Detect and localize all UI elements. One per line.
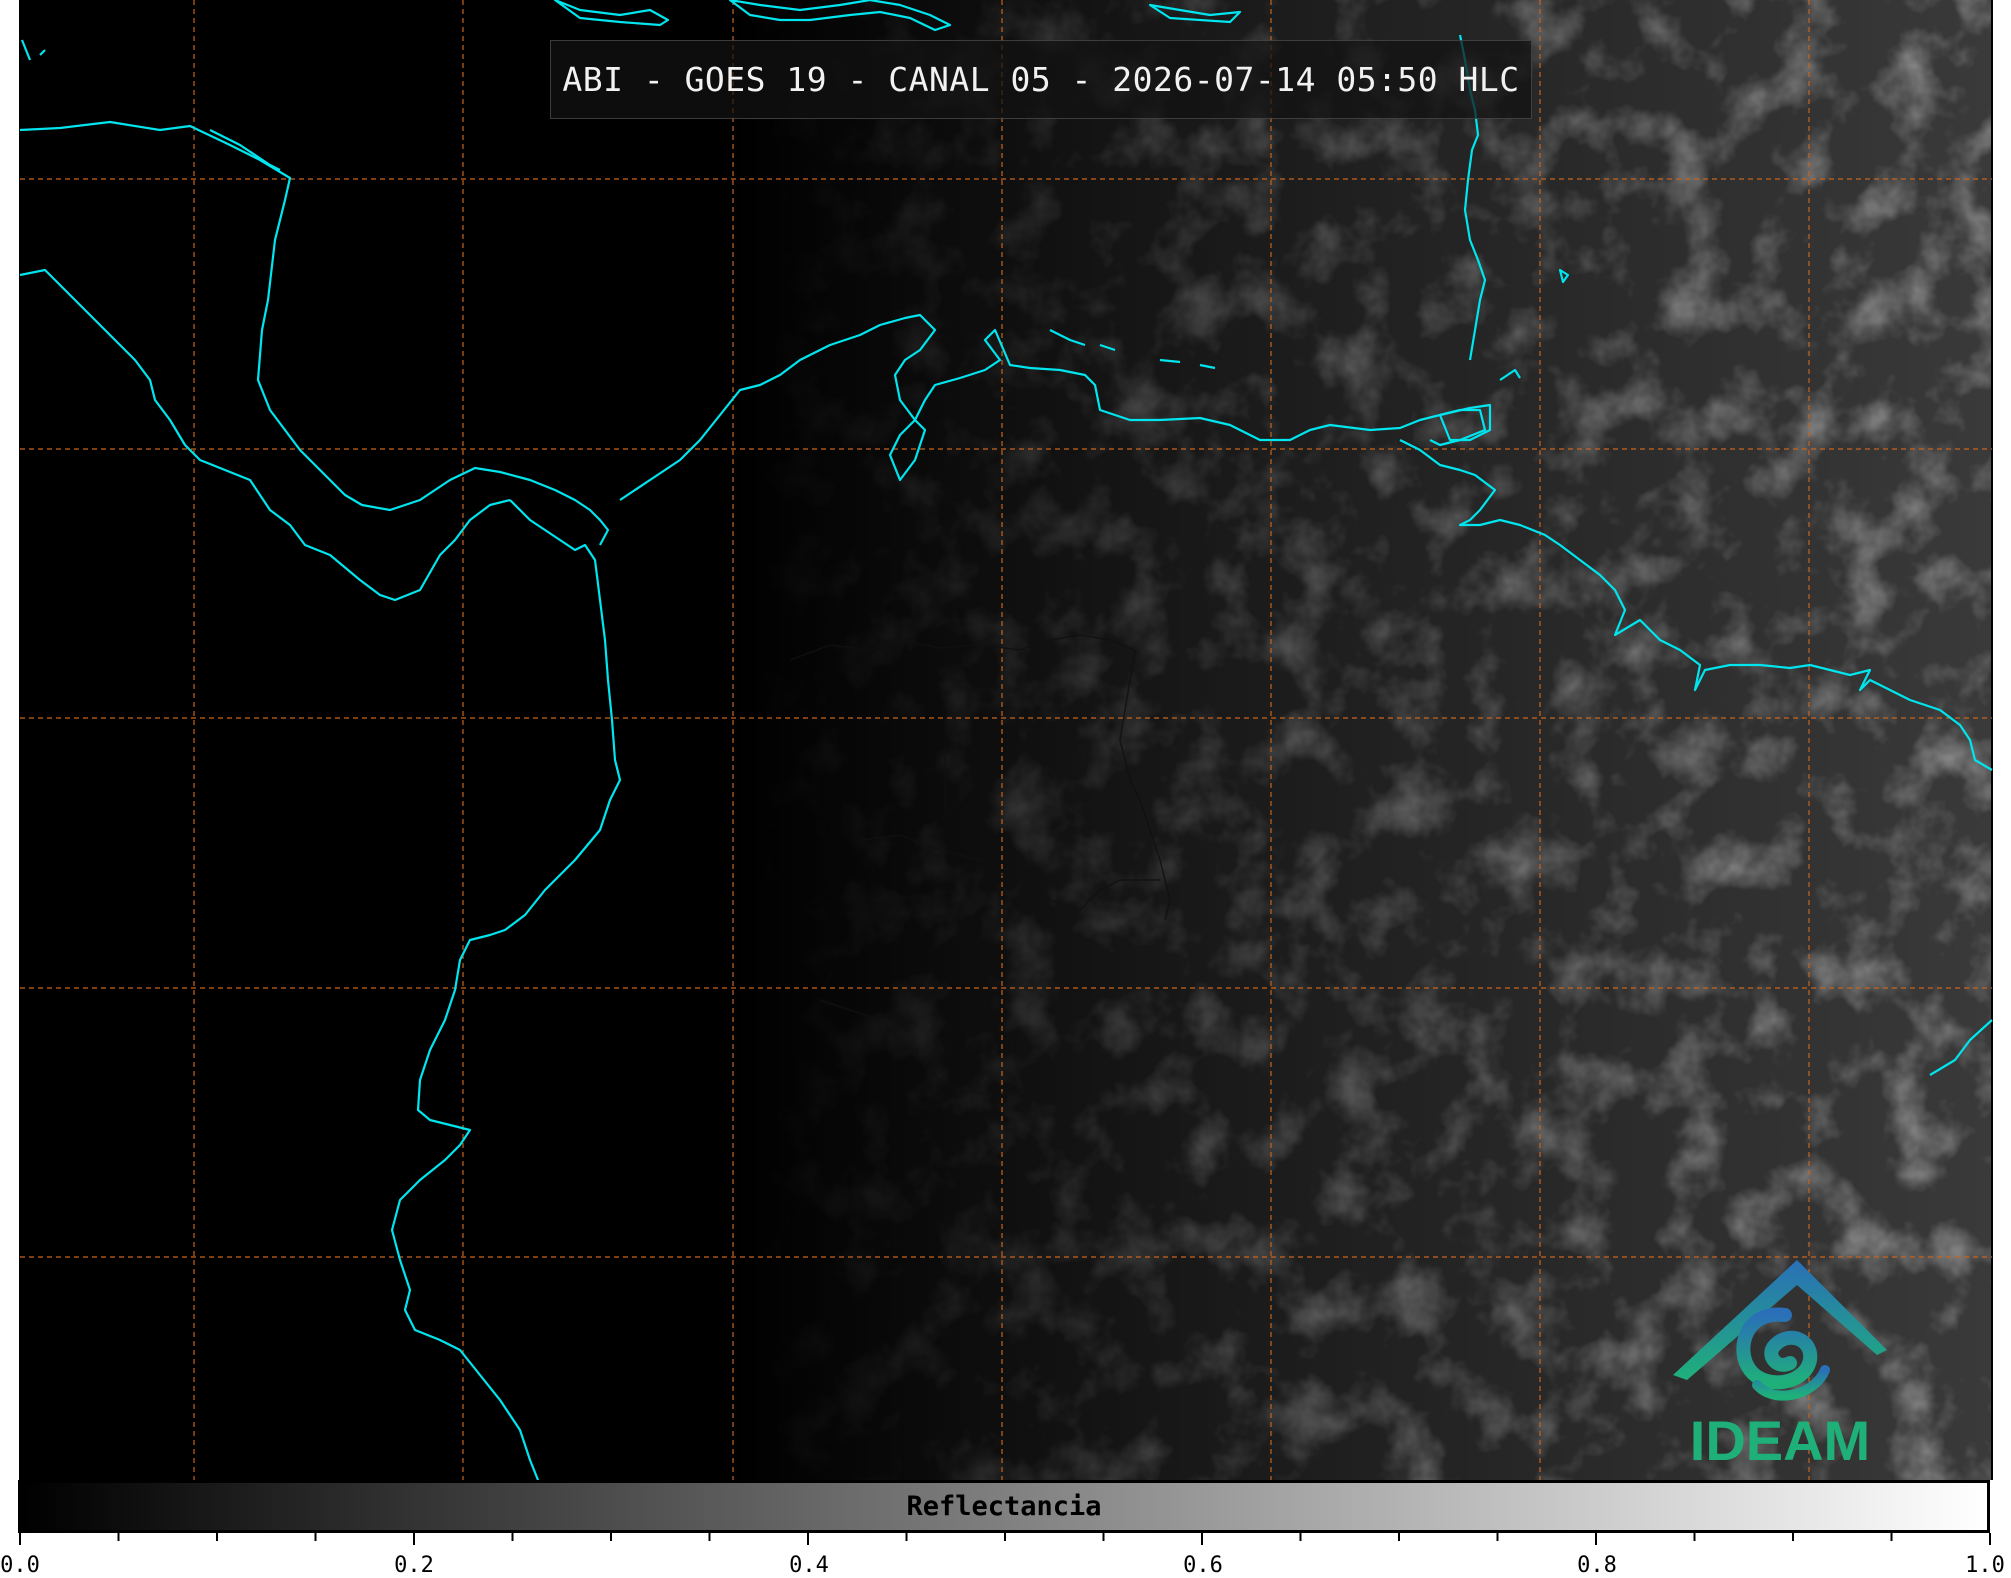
colorbar-tick-label: 0.8 — [1577, 1553, 1617, 1578]
colorbar-tick-label: 0.4 — [789, 1553, 829, 1578]
colorbar-tick-label: 0.0 — [0, 1553, 40, 1578]
logo-text: IDEAM — [1690, 1409, 1870, 1470]
logo-swirl-icon — [1736, 1307, 1830, 1401]
map-title: ABI - GOES 19 - CANAL 05 - 2026-07-14 05… — [550, 40, 1532, 119]
colorbar-tick-label: 1.0 — [1965, 1553, 2005, 1578]
colorbar-tick-label: 0.2 — [394, 1553, 434, 1578]
colorbar: Reflectancia — [18, 1480, 1990, 1533]
colorbar-label: Reflectancia — [906, 1491, 1102, 1522]
colorbar-tick-label: 0.6 — [1183, 1553, 1223, 1578]
ideam-logo: IDEAM — [1673, 1260, 1887, 1470]
